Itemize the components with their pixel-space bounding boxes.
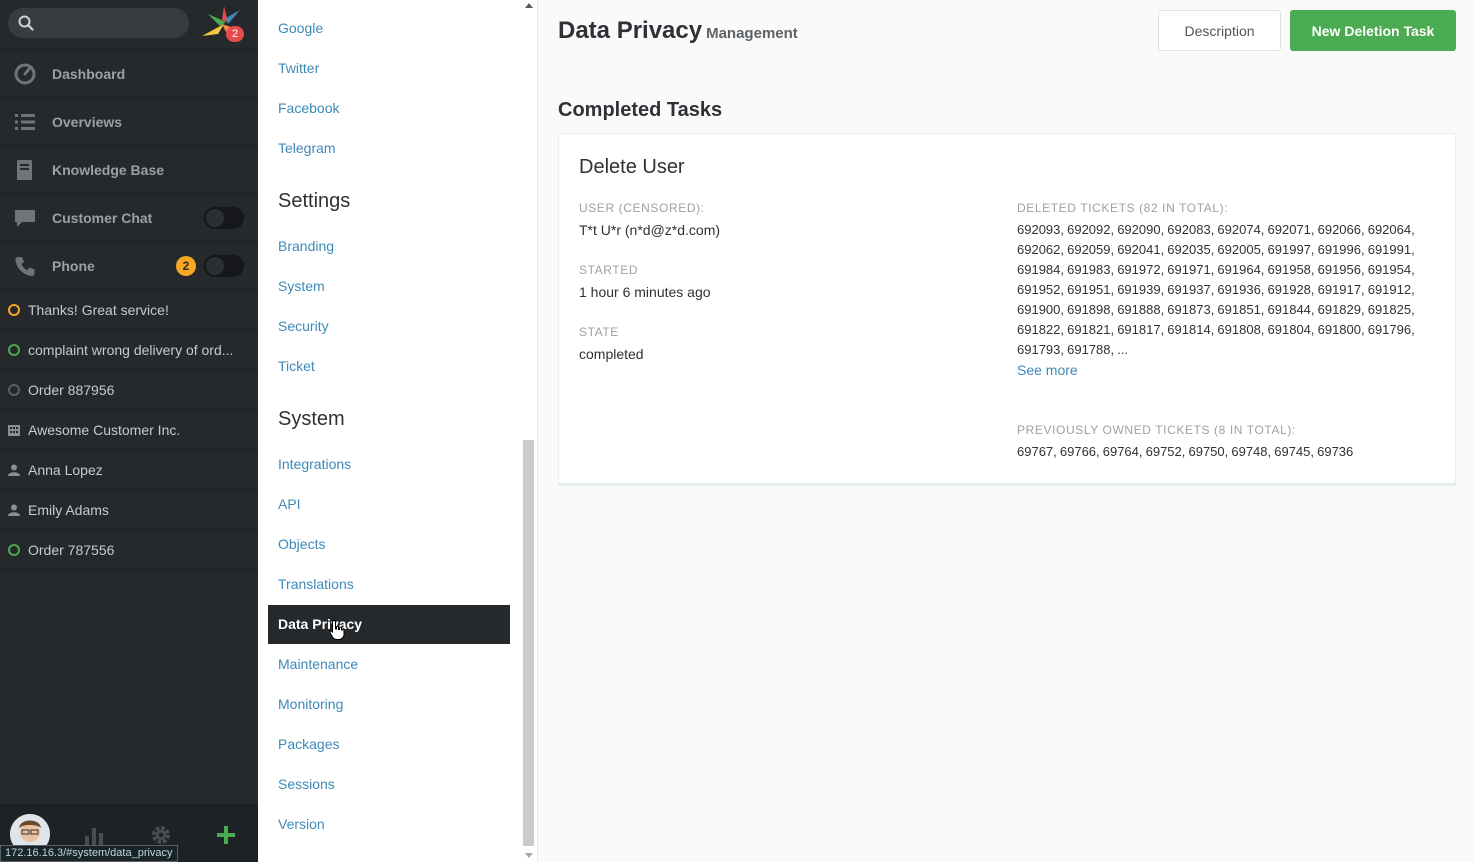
task-label: Thanks! Great service! — [28, 301, 169, 318]
task-label: Emily Adams — [28, 501, 109, 518]
nav-label: Customer Chat — [52, 209, 153, 226]
description-button[interactable]: Description — [1158, 10, 1281, 51]
task-label: Order 887956 — [28, 381, 115, 398]
nav-dashboard[interactable]: Dashboard — [0, 50, 258, 98]
nav-bottom-bar: 172.16.16.3/#system/data_privacy — [0, 804, 258, 862]
search-row: 2 — [0, 0, 258, 50]
menu-item-data-privacy[interactable]: Data Privacy — [268, 605, 510, 644]
state-value: completed — [579, 346, 644, 362]
admin-menu: Google Twitter Facebook Telegram Setting… — [258, 0, 538, 862]
organization-icon — [8, 424, 20, 436]
main-navigation: 2 Dashboard Overviews Knowledge Base Cus… — [0, 0, 258, 862]
menu-item-telegram[interactable]: Telegram — [278, 138, 336, 158]
nav-knowledge-base[interactable]: Knowledge Base — [0, 146, 258, 194]
nav-label: Phone — [52, 257, 95, 274]
menu-heading-system: System — [278, 408, 345, 430]
nav-label: Knowledge Base — [52, 161, 165, 178]
menu-scrollbar[interactable] — [522, 0, 535, 862]
started-label: STARTED — [579, 263, 639, 277]
plus-icon[interactable] — [215, 824, 237, 846]
gear-icon[interactable] — [150, 824, 172, 846]
deletion-task-card: Delete User USER (CENSORED): T*t U*r (n*… — [558, 133, 1456, 486]
search-icon — [18, 15, 34, 31]
see-more-link[interactable]: See more — [1017, 360, 1078, 380]
page-title: Data Privacy Management — [558, 16, 798, 49]
user-value: T*t U*r (n*d@z*d.com) — [579, 222, 721, 238]
ticket-pending-icon — [8, 303, 20, 316]
owned-tickets-list: 69767, 69766, 69764, 69752, 69750, 69748… — [1017, 444, 1354, 459]
scrollbar-thumb[interactable] — [523, 440, 534, 846]
menu-item-branding[interactable]: Branding — [278, 236, 334, 256]
nav-overviews[interactable]: Overviews — [0, 98, 258, 146]
task-title: Delete User — [579, 156, 685, 178]
menu-item-ticket[interactable]: Ticket — [278, 356, 315, 376]
task-item[interactable]: Anna Lopez — [0, 450, 258, 490]
task-label: Anna Lopez — [28, 461, 103, 478]
task-label: Order 787556 — [28, 541, 115, 558]
menu-item-monitoring[interactable]: Monitoring — [278, 694, 343, 714]
page-title-text: Data Privacy — [558, 17, 703, 44]
task-label: complaint wrong delivery of ord... — [28, 341, 234, 358]
content-area: Data Privacy Management Description New D… — [538, 0, 1474, 862]
task-item[interactable]: Order 887956 — [0, 370, 258, 410]
search-input[interactable] — [8, 8, 189, 38]
menu-item-integrations[interactable]: Integrations — [278, 454, 351, 474]
new-deletion-task-button[interactable]: New Deletion Task — [1290, 10, 1456, 51]
nav-label: Dashboard — [52, 65, 126, 82]
ticket-closed-icon — [8, 383, 20, 396]
task-item[interactable]: complaint wrong delivery of ord... — [0, 330, 258, 370]
dashboard-icon — [14, 63, 36, 84]
nav-customer-chat[interactable]: Customer Chat — [0, 194, 258, 242]
task-item[interactable]: Order 787556 — [0, 530, 258, 570]
hand-cursor-icon — [329, 619, 345, 640]
phone-icon — [15, 256, 35, 276]
owned-tickets-label: PREVIOUSLY OWNED TICKETS (8 IN TOTAL): — [1017, 423, 1296, 437]
url-tooltip: 172.16.16.3/#system/data_privacy — [0, 845, 178, 862]
menu-item-security[interactable]: Security — [278, 316, 329, 336]
page-subtitle: Management — [706, 25, 798, 42]
task-item[interactable]: Thanks! Great service! — [0, 290, 258, 330]
started-value: 1 hour 6 minutes ago — [579, 284, 711, 300]
ticket-open-icon — [8, 543, 20, 556]
deleted-tickets-list: 692093, 692092, 692090, 692083, 692074, … — [1017, 222, 1415, 357]
menu-item-version[interactable]: Version — [278, 814, 325, 834]
ticket-open-icon — [8, 343, 20, 356]
task-item[interactable]: Emily Adams — [0, 490, 258, 530]
menu-heading-settings: Settings — [278, 190, 351, 212]
user-label: USER (CENSORED): — [579, 201, 705, 215]
scroll-up-arrow-icon[interactable] — [525, 3, 533, 8]
chat-icon — [15, 209, 35, 227]
scroll-down-arrow-icon[interactable] — [525, 853, 533, 858]
task-item[interactable]: Awesome Customer Inc. — [0, 410, 258, 450]
menu-item-objects[interactable]: Objects — [278, 534, 325, 554]
menu-item-translations[interactable]: Translations — [278, 574, 354, 594]
menu-item-maintenance[interactable]: Maintenance — [278, 654, 358, 674]
deleted-tickets-label: DELETED TICKETS (82 IN TOTAL): — [1017, 201, 1229, 215]
menu-item-sessions[interactable]: Sessions — [278, 774, 335, 794]
phone-count-badge: 2 — [176, 256, 196, 276]
phone-toggle[interactable] — [204, 255, 244, 277]
menu-item-facebook[interactable]: Facebook — [278, 98, 339, 118]
notification-badge: 2 — [226, 26, 244, 42]
menu-item-label: Data Privacy — [278, 616, 363, 632]
menu-item-system-settings[interactable]: System — [278, 276, 325, 296]
menu-item-google[interactable]: Google — [278, 18, 323, 38]
menu-item-api[interactable]: API — [278, 494, 301, 514]
list-icon — [15, 113, 35, 130]
book-icon — [17, 159, 32, 180]
section-title: Completed Tasks — [558, 99, 723, 121]
menu-item-packages[interactable]: Packages — [278, 734, 339, 754]
state-label: STATE — [579, 325, 619, 339]
user-icon — [8, 464, 20, 476]
reports-icon[interactable] — [83, 824, 105, 846]
user-icon — [8, 504, 20, 516]
nav-label: Overviews — [52, 113, 123, 130]
nav-phone[interactable]: Phone 2 — [0, 242, 258, 290]
menu-item-twitter[interactable]: Twitter — [278, 58, 319, 78]
customer-chat-toggle[interactable] — [204, 207, 244, 229]
task-label: Awesome Customer Inc. — [28, 421, 181, 438]
